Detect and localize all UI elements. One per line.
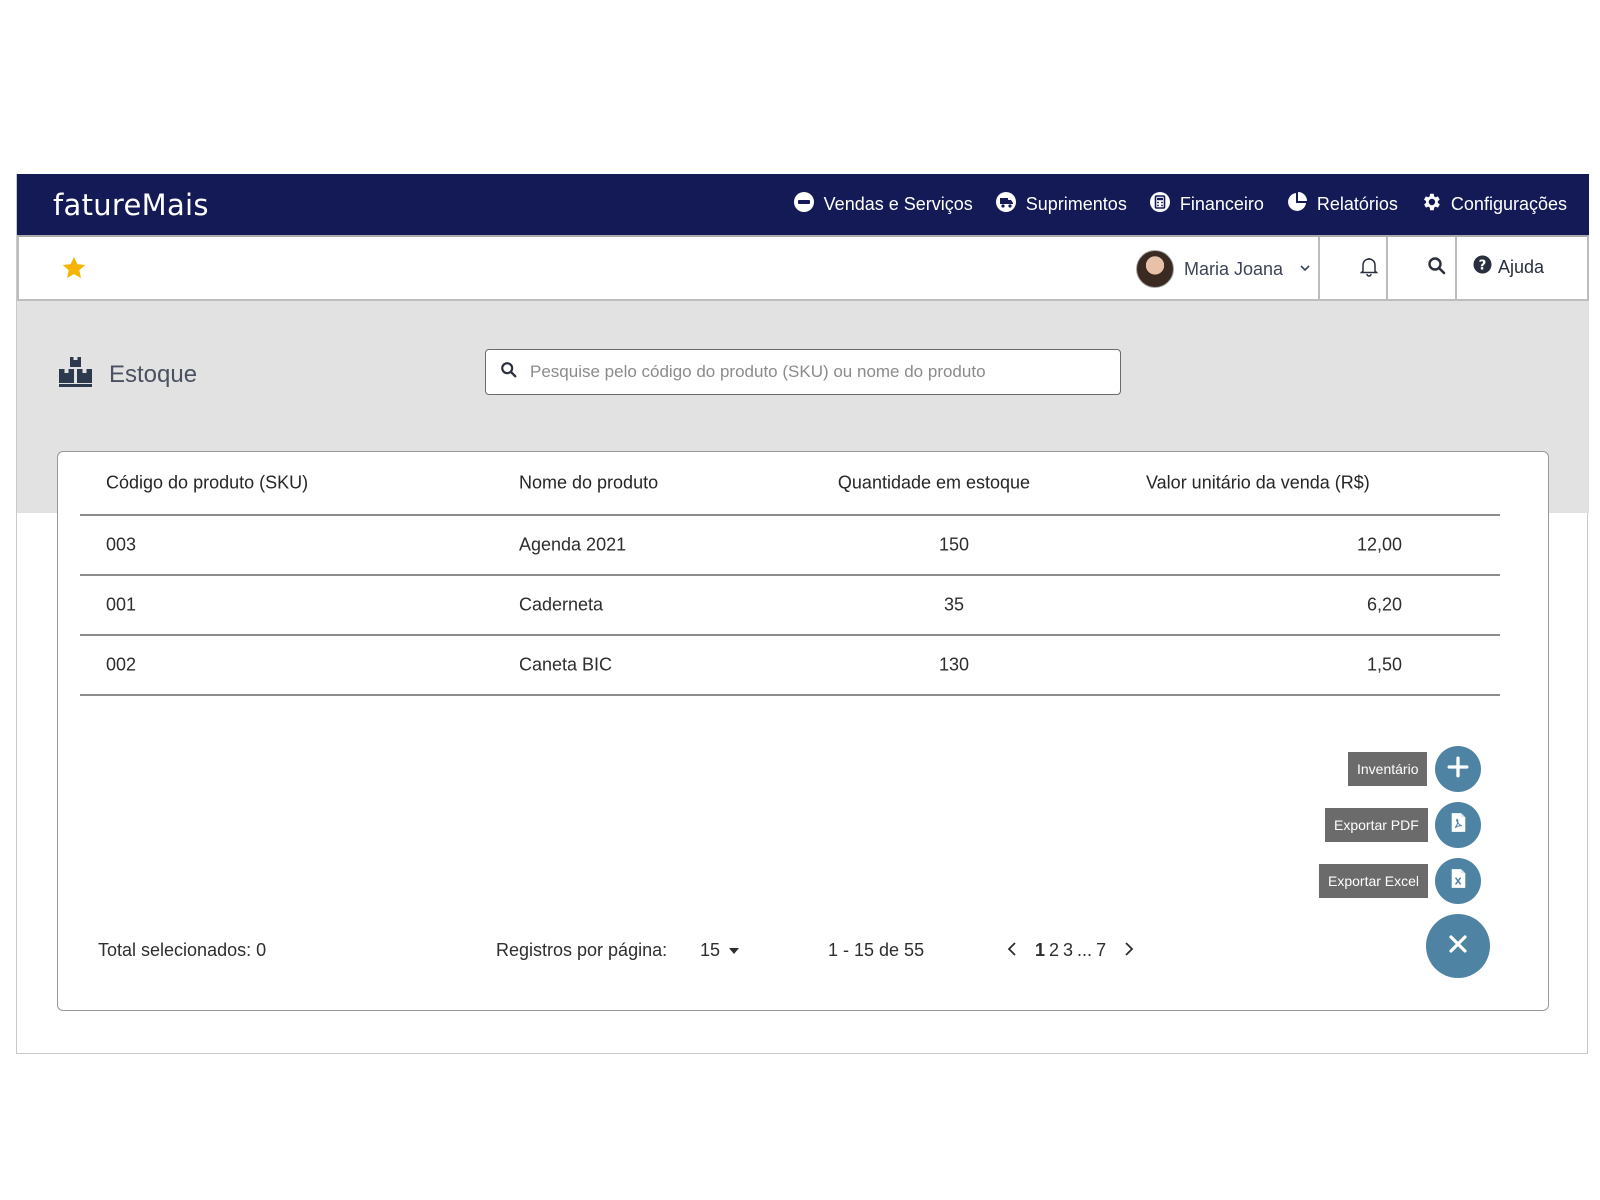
table-header-row: Código do produto (SKU) Nome do produto … xyxy=(80,452,1500,516)
cell-sku: 002 xyxy=(106,654,137,675)
nav-item-label: Configurações xyxy=(1450,194,1567,214)
user-menu[interactable]: Maria Joana xyxy=(1136,247,1311,291)
cell-quantity: 130 xyxy=(938,654,970,675)
export-excel-label[interactable]: Exportar Excel xyxy=(1319,864,1429,898)
export-excel-button[interactable] xyxy=(1435,858,1481,904)
svg-text:?: ? xyxy=(1479,258,1487,273)
star-icon[interactable] xyxy=(61,255,87,281)
page-title-text: Estoque xyxy=(109,360,198,388)
top-navbar: fatureMais Vendas e Serviços Suprimentos… xyxy=(17,174,1589,235)
page-button[interactable]: 2 xyxy=(1049,940,1059,961)
nav-item-relatorios[interactable]: Relatórios xyxy=(1286,191,1398,218)
boxes-icon xyxy=(59,357,93,392)
truck-icon xyxy=(995,191,1017,218)
sub-header: Maria Joana ? Ajuda xyxy=(17,235,1589,301)
help-label: Ajuda xyxy=(1498,256,1545,277)
cell-quantity: 35 xyxy=(943,594,965,615)
next-page-button[interactable] xyxy=(1110,940,1148,961)
cell-sku: 003 xyxy=(106,534,137,555)
previous-page-button[interactable] xyxy=(993,940,1031,961)
help-button[interactable]: ? Ajuda xyxy=(1473,255,1544,279)
page-title: Estoque xyxy=(59,357,197,392)
minus-circle-icon xyxy=(793,191,815,218)
bell-icon xyxy=(1357,254,1381,283)
divider xyxy=(1318,237,1320,299)
pdf-file-icon xyxy=(1450,812,1467,838)
nav-item-label: Suprimentos xyxy=(1025,194,1127,214)
inventory-card: Código do produto (SKU) Nome do produto … xyxy=(57,451,1549,1011)
column-header-price[interactable]: Valor unitário da venda (R$) xyxy=(1146,473,1402,494)
divider xyxy=(1386,237,1388,299)
page-button[interactable]: 7 xyxy=(1096,940,1106,961)
table-row[interactable]: 003 Agenda 2021 150 12,00 xyxy=(80,516,1500,576)
page-button[interactable]: 3 xyxy=(1063,940,1073,961)
cell-price: 12,00 xyxy=(1356,534,1402,555)
nav-item-label: Vendas e Serviços xyxy=(823,194,973,214)
inventory-table: Código do produto (SKU) Nome do produto … xyxy=(80,452,1500,696)
excel-file-icon xyxy=(1450,868,1467,894)
page-range: 1 - 15 de 55 xyxy=(828,940,925,960)
calculator-icon xyxy=(1149,191,1171,218)
plus-icon xyxy=(1447,756,1469,783)
cell-price: 1,50 xyxy=(1366,654,1402,675)
app-window: fatureMais Vendas e Serviços Suprimentos… xyxy=(16,174,1589,1054)
export-pdf-button[interactable] xyxy=(1435,802,1481,848)
search-button[interactable] xyxy=(1420,251,1454,285)
pagination: 1 2 3 ... 7 xyxy=(993,940,1148,961)
add-inventory-button[interactable] xyxy=(1435,746,1481,792)
notifications-button[interactable] xyxy=(1352,251,1386,285)
column-header-quantity[interactable]: Quantidade em estoque xyxy=(819,473,1049,494)
cell-name: Caneta BIC xyxy=(519,654,613,675)
gear-icon xyxy=(1420,191,1442,218)
total-selected: Total selecionados: 0 xyxy=(98,940,267,960)
avatar xyxy=(1136,250,1174,288)
brand-logo[interactable]: fatureMais xyxy=(53,188,209,222)
per-page-select[interactable]: 15 xyxy=(700,940,740,961)
nav-item-vendas[interactable]: Vendas e Serviços xyxy=(793,191,973,218)
nav-item-label: Relatórios xyxy=(1316,194,1398,214)
caret-down-icon xyxy=(725,940,740,960)
user-name: Maria Joana xyxy=(1184,258,1284,279)
chevron-down-icon xyxy=(1299,262,1311,277)
nav-item-suprimentos[interactable]: Suprimentos xyxy=(995,191,1127,218)
nav-item-financeiro[interactable]: Financeiro xyxy=(1149,191,1264,218)
divider xyxy=(1455,237,1457,299)
page-button[interactable]: 1 xyxy=(1035,940,1045,961)
search-icon xyxy=(500,361,518,384)
cell-name: Agenda 2021 xyxy=(519,534,627,555)
search-icon xyxy=(1427,256,1447,281)
export-pdf-label[interactable]: Exportar PDF xyxy=(1325,808,1428,842)
main-menu: Vendas e Serviços Suprimentos Financeiro… xyxy=(793,174,1567,235)
cell-sku: 001 xyxy=(106,594,137,615)
product-search xyxy=(485,349,1121,395)
column-header-name[interactable]: Nome do produto xyxy=(519,473,658,494)
nav-item-label: Financeiro xyxy=(1179,194,1264,214)
table-footer: Total selecionados: 0 Registros por pági… xyxy=(58,930,1550,970)
table-row[interactable]: 002 Caneta BIC 130 1,50 xyxy=(80,636,1500,696)
page-ellipsis: ... xyxy=(1077,940,1093,960)
per-page-label: Registros por página: xyxy=(496,940,668,960)
cell-name: Caderneta xyxy=(519,594,604,615)
cell-quantity: 150 xyxy=(938,534,970,555)
question-circle-icon: ? xyxy=(1473,255,1492,279)
cell-price: 6,20 xyxy=(1366,594,1402,615)
inventory-label[interactable]: Inventário xyxy=(1348,752,1428,786)
nav-item-configuracoes[interactable]: Configurações xyxy=(1420,191,1567,218)
table-row[interactable]: 001 Caderneta 35 6,20 xyxy=(80,576,1500,636)
per-page-value: 15 xyxy=(700,940,721,960)
pie-chart-icon xyxy=(1286,191,1308,218)
column-header-sku[interactable]: Código do produto (SKU) xyxy=(106,473,308,494)
search-input[interactable] xyxy=(530,362,1090,382)
